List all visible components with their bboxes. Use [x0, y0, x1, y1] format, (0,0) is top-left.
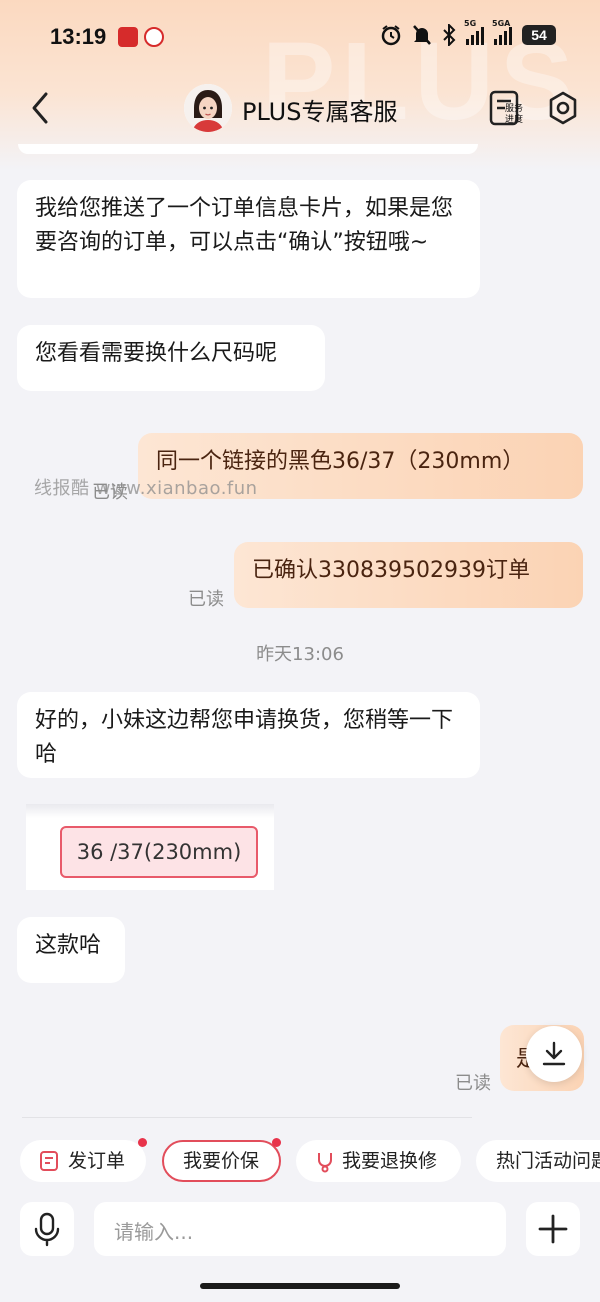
status-icons: 5G 5GA 54: [380, 19, 556, 46]
chip-label: 发订单: [68, 1150, 126, 1172]
read-status: 已读: [455, 1073, 491, 1094]
return-icon: [318, 1153, 332, 1173]
message-timestamp: 昨天13:06: [256, 644, 344, 665]
size-option-tag: 36 /37(230mm): [60, 826, 258, 878]
unread-dot: [272, 1138, 281, 1147]
back-arrow-icon[interactable]: [28, 90, 52, 126]
read-status: 已读: [188, 589, 224, 610]
order-card-edge: [18, 144, 478, 154]
bluetooth-icon: [443, 24, 456, 46]
signal-icon-1: 5G: [464, 19, 484, 45]
message-input[interactable]: 请输入...: [94, 1202, 580, 1256]
image-top-fade: [26, 804, 274, 818]
agent-message: 您看看需要换什么尺码呢: [17, 325, 325, 391]
signal-icon-2: 5GA: [492, 19, 512, 45]
input-placeholder: 请输入...: [114, 1220, 194, 1244]
download-arrow-icon: [542, 1041, 566, 1066]
status-bar: 13:19 5G 5GA 54: [0, 0, 600, 78]
watermark-text: 线报酷 www.xianbao.fun: [34, 478, 258, 499]
chat-header: PLUS专属客服 服务进度: [0, 80, 600, 136]
settings-icon[interactable]: [546, 90, 580, 126]
status-time: 13:19: [50, 24, 107, 49]
service-progress-button[interactable]: 服务进度: [488, 88, 532, 132]
input-bar: 请输入...: [0, 1190, 600, 1302]
plus-icon: [538, 1214, 568, 1244]
microphone-icon: [34, 1212, 60, 1247]
bank-notification-icon: [144, 27, 164, 47]
divider: [22, 1117, 472, 1118]
agent-message: 好的，小妹这边帮您申请换货，您稍等一下哈: [17, 692, 480, 778]
more-options-button[interactable]: [526, 1202, 580, 1256]
alarm-icon: [381, 25, 401, 46]
user-message: 已确认330839502939订单: [234, 542, 583, 608]
home-indicator: [200, 1283, 400, 1289]
voice-input-button[interactable]: [20, 1202, 74, 1256]
agent-message: 这款哈: [17, 917, 125, 983]
agent-image-message[interactable]: 36 /37(230mm): [26, 804, 274, 890]
quick-action-price-protection[interactable]: 我要价保: [162, 1138, 281, 1182]
quick-action-send-order[interactable]: 发订单: [20, 1138, 147, 1182]
battery-icon: 54: [522, 25, 556, 45]
service-progress-label: 服务进度: [505, 104, 524, 125]
scroll-to-bottom-button[interactable]: [526, 1026, 582, 1082]
app-notification-icon: [118, 27, 138, 47]
quick-action-hot-events[interactable]: 热门活动问题: [476, 1140, 600, 1182]
mute-icon: [413, 25, 431, 45]
chip-label: 我要退换修: [342, 1150, 438, 1172]
page-title: PLUS专属客服: [242, 98, 398, 126]
chip-label: 我要价保: [183, 1150, 260, 1172]
quick-action-return-exchange[interactable]: 我要退换修: [296, 1140, 461, 1182]
agent-message: 我给您推送了一个订单信息卡片，如果是您要咨询的订单，可以点击“确认”按钮哦~: [17, 180, 480, 298]
order-icon: [40, 1151, 58, 1171]
chip-label: 热门活动问题: [496, 1150, 600, 1172]
unread-dot: [138, 1138, 147, 1147]
agent-avatar[interactable]: [184, 84, 232, 132]
